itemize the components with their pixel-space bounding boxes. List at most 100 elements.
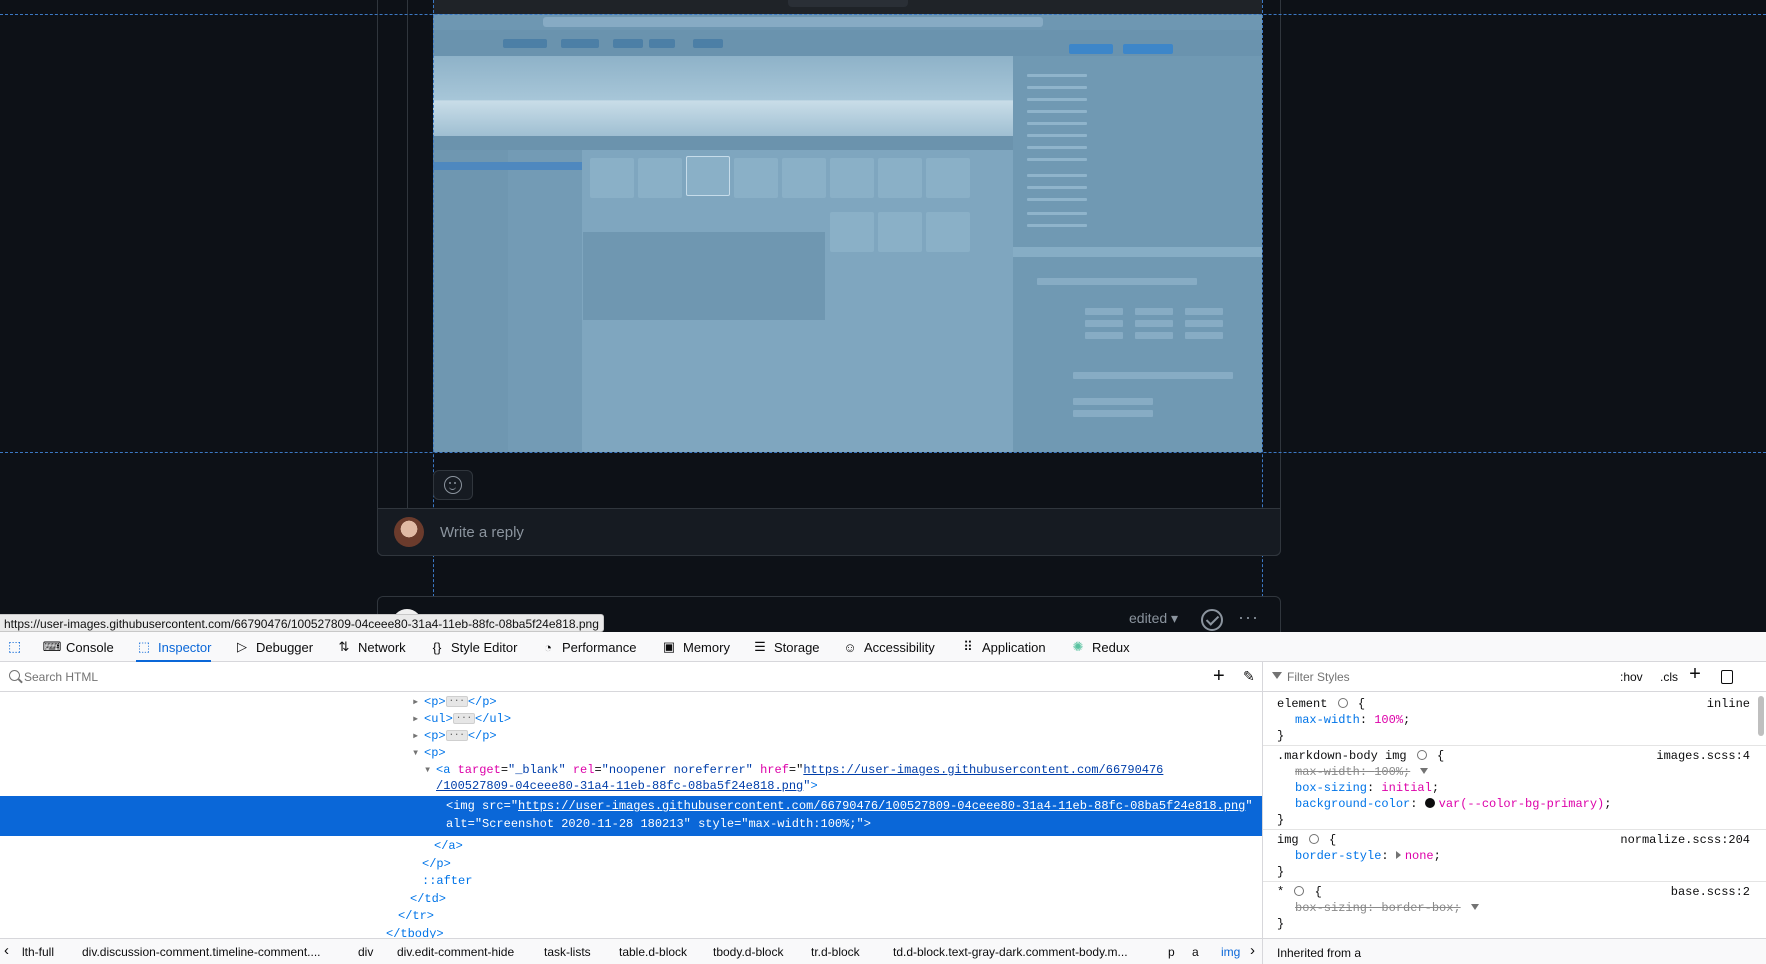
rule-source[interactable]: inline — [1707, 696, 1750, 712]
screenshot-assets-bar — [433, 136, 1013, 150]
breadcrumb-item[interactable]: tbody.d-block — [713, 945, 783, 959]
tree-node[interactable]: </td> — [0, 891, 1262, 908]
gear-icon[interactable] — [1308, 834, 1319, 844]
print-simulation-icon[interactable] — [1721, 670, 1733, 684]
reply-row[interactable]: Write a reply — [377, 508, 1281, 556]
tree-node[interactable]: </tr> — [0, 908, 1262, 925]
breadcrumb-item[interactable]: div — [358, 945, 373, 959]
add-node-button[interactable]: + — [1213, 666, 1225, 686]
chevron-left-icon[interactable]: ‹ — [4, 942, 9, 959]
tag-open: <img — [446, 799, 475, 813]
tab-storage[interactable]: ☰ Storage — [752, 632, 819, 662]
declaration[interactable]: background-color: var(--color-bg-primary… — [1295, 796, 1611, 812]
tag-close: </td> — [410, 892, 447, 906]
tree-node[interactable]: ▸ <p> ··· </p> — [0, 694, 1262, 711]
rules-toolbar: :hov .cls + — [1263, 662, 1766, 692]
declaration[interactable]: box-sizing: initial; — [1295, 780, 1439, 796]
scrollbar[interactable] — [1758, 696, 1764, 736]
attr-value: "Screenshot 2020-11-28 180213" — [474, 817, 691, 831]
browser-window: Write a reply edited ▾ ··· https://user-… — [0, 0, 1766, 964]
highlight-guide-top — [0, 14, 1766, 15]
filter-icon[interactable] — [1470, 904, 1479, 910]
collapsed-dots[interactable]: ··· — [445, 696, 468, 708]
breadcrumb-item[interactable]: a — [1192, 945, 1199, 959]
tab-accessibility[interactable]: ☺ Accessibility — [842, 632, 934, 662]
src-link[interactable]: https://user-images.githubusercontent.co… — [518, 799, 1245, 813]
tag-open: <p> — [424, 746, 446, 760]
html-search-bar: + ✎ — [0, 662, 1262, 692]
mark-answer-icon[interactable] — [1201, 609, 1223, 631]
gear-icon[interactable] — [1294, 886, 1305, 896]
tab-console[interactable]: ⌨ Console — [43, 632, 114, 662]
rule-selector[interactable]: .markdown-body img { — [1277, 748, 1444, 764]
tag-close: </a> — [434, 839, 463, 853]
declaration[interactable]: max-width: 100%; — [1295, 712, 1410, 728]
tree-node[interactable]: ▸ <p> ··· </p> — [0, 728, 1262, 745]
tree-node[interactable]: </a> — [0, 838, 1262, 855]
highlighted-screenshot-image[interactable] — [433, 0, 1262, 452]
breadcrumb-item-active[interactable]: img — [1221, 945, 1240, 959]
rule-selector[interactable]: element { — [1277, 696, 1365, 712]
breadcrumb-item[interactable]: table.d-block — [619, 945, 687, 959]
reply-input[interactable]: Write a reply — [440, 524, 524, 541]
breadcrumb-item[interactable]: p — [1168, 945, 1175, 959]
filter-styles-input[interactable] — [1287, 667, 1587, 687]
cls-toggle[interactable]: .cls — [1660, 670, 1678, 684]
color-swatch[interactable] — [1424, 798, 1435, 808]
edited-dropdown[interactable]: edited ▾ — [1129, 610, 1178, 627]
tree-node-a-cont[interactable]: /100527809-04ceee80-31a4-11eb-88fc-08ba5… — [0, 778, 1262, 795]
attr-name: rel — [572, 763, 595, 777]
chevron-right-icon[interactable]: › — [1250, 942, 1255, 959]
eyedropper-icon[interactable]: ✎ — [1243, 668, 1255, 685]
tab-style-editor[interactable]: {} Style Editor — [429, 632, 518, 662]
rules-panel: :hov .cls + element { inline max-width: … — [1263, 662, 1766, 964]
breadcrumb-item[interactable]: lth-full — [22, 945, 54, 959]
tab-performance[interactable]: ◔ Performance — [540, 632, 636, 662]
tree-node-a[interactable]: ▾ <a target="_blank" rel="noopener norefe… — [0, 762, 1262, 779]
tab-application[interactable]: ⠿ Application — [960, 632, 1045, 662]
collapsed-dots[interactable]: ··· — [445, 730, 468, 742]
tree-node[interactable]: ::after — [0, 873, 1262, 890]
rule-source[interactable]: images.scss:4 — [1656, 748, 1750, 764]
breadcrumb-item[interactable]: task-lists — [544, 945, 591, 959]
selected-img-node[interactable]: <img src="https://user-images.githubuser… — [0, 796, 1262, 836]
tab-inspector[interactable]: ⬚ Inspector — [136, 632, 212, 662]
rule-selector[interactable]: * { — [1277, 884, 1322, 900]
tab-label: Console — [66, 639, 114, 655]
tab-network[interactable]: ⇅ Network — [336, 632, 406, 662]
add-rule-button[interactable]: + — [1689, 666, 1701, 686]
hov-toggle[interactable]: :hov — [1620, 670, 1643, 684]
attr-value: "_blank" — [508, 763, 566, 777]
breadcrumb-item[interactable]: td.d-block.text-gray-dark.comment-body.m… — [893, 945, 1128, 959]
href-link[interactable]: /100527809-04ceee80-31a4-11eb-88fc-08ba5… — [436, 779, 803, 793]
rule-divider — [1263, 745, 1766, 746]
breadcrumb-item[interactable]: div.edit-comment-hide — [397, 945, 514, 959]
rule-source[interactable]: base.scss:2 — [1671, 884, 1750, 900]
tree-node[interactable]: ▸ <ul> ··· </ul> — [0, 711, 1262, 728]
more-options-icon[interactable]: ··· — [1238, 607, 1259, 628]
breadcrumb-item[interactable]: tr.d-block — [811, 945, 860, 959]
add-reaction-button[interactable] — [433, 470, 473, 500]
gear-icon[interactable] — [1416, 750, 1427, 760]
collapsed-dots[interactable]: ··· — [452, 713, 476, 725]
tab-memory[interactable]: ▣ Memory — [661, 632, 730, 662]
breadcrumb-item[interactable]: div.discussion-comment.timeline-comment.… — [82, 945, 321, 959]
rule-source[interactable]: normalize.scss:204 — [1620, 832, 1750, 848]
filter-icon[interactable] — [1420, 768, 1429, 774]
tree-node[interactable]: ▾ <p> — [0, 745, 1262, 762]
element-picker-icon[interactable]: ⬚ — [8, 638, 26, 656]
edited-label: edited — [1129, 610, 1168, 626]
rule-selector[interactable]: img { — [1277, 832, 1336, 848]
declaration-overridden[interactable]: box-sizing: border-box; — [1295, 900, 1479, 916]
attr-name: alt — [446, 817, 468, 831]
href-link[interactable]: https://user-images.githubusercontent.co… — [803, 763, 1163, 777]
search-html-input[interactable] — [24, 667, 1204, 687]
declaration-overridden[interactable]: max-width: 100%; — [1295, 764, 1429, 780]
tree-node[interactable]: </p> — [0, 856, 1262, 873]
gear-icon[interactable] — [1337, 698, 1348, 708]
tab-label: Redux — [1092, 639, 1130, 655]
tab-debugger[interactable]: ▷ Debugger — [234, 632, 313, 662]
tab-redux[interactable]: ✺ Redux — [1070, 632, 1130, 662]
expand-icon[interactable] — [1395, 851, 1401, 859]
declaration[interactable]: border-style: none; — [1295, 848, 1441, 864]
